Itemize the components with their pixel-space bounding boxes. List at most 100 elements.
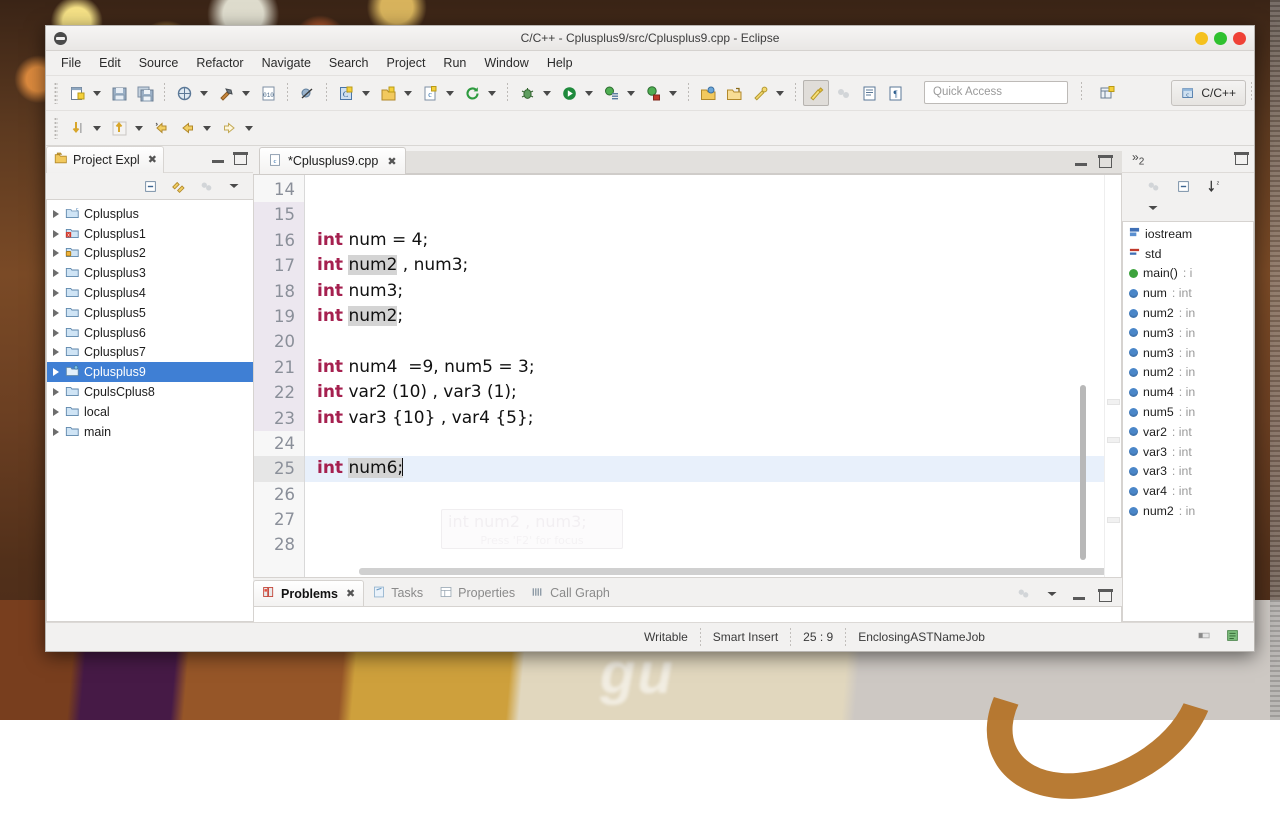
maximize-button[interactable] bbox=[1214, 32, 1227, 45]
heap-status-icon[interactable] bbox=[1225, 628, 1240, 646]
tree-item-local[interactable]: local bbox=[47, 402, 253, 422]
minimize-button[interactable] bbox=[1195, 32, 1208, 45]
expand-arrow-icon[interactable] bbox=[53, 408, 59, 416]
build-hammer-icon[interactable] bbox=[214, 81, 238, 105]
code-line-22[interactable]: int var2 (10) , var3 (1); bbox=[305, 380, 1104, 405]
quick-access-input[interactable]: Quick Access bbox=[924, 81, 1068, 104]
view-menu-icon[interactable] bbox=[225, 177, 243, 195]
menu-navigate[interactable]: Navigate bbox=[253, 53, 320, 73]
outline-item-num2-2[interactable]: num2 : in bbox=[1123, 363, 1253, 383]
tree-item-cplusplus1[interactable]: x Cplusplus1 bbox=[47, 224, 253, 244]
overview-marker[interactable] bbox=[1107, 517, 1120, 523]
tab-properties[interactable]: Properties bbox=[431, 581, 523, 606]
back-dropdown-icon[interactable] bbox=[200, 116, 213, 140]
maximize-view-button[interactable] bbox=[1235, 153, 1248, 165]
link-with-editor-icon[interactable] bbox=[169, 177, 187, 195]
toolbar-grip[interactable] bbox=[54, 82, 58, 104]
forward-icon[interactable] bbox=[217, 116, 241, 140]
maximize-editor-button[interactable] bbox=[1099, 156, 1112, 168]
expand-arrow-icon[interactable] bbox=[53, 249, 59, 257]
collapse-all-icon[interactable] bbox=[141, 177, 159, 195]
toggle-mark-occurrences-icon[interactable] bbox=[803, 80, 829, 106]
tree-item-main[interactable]: main bbox=[47, 422, 253, 442]
focus-on-active-task-icon[interactable] bbox=[197, 177, 215, 195]
tree-item-cplusplus5[interactable]: Cplusplus5 bbox=[47, 303, 253, 323]
debug-icon[interactable] bbox=[515, 81, 539, 105]
menu-edit[interactable]: Edit bbox=[90, 53, 130, 73]
skip-breakpoints-icon[interactable] bbox=[295, 81, 319, 105]
outline-item-num2[interactable]: num2 : in bbox=[1123, 303, 1253, 323]
outline-tree[interactable]: iostream std main() : i num : int bbox=[1122, 221, 1254, 622]
forward-dropdown-icon[interactable] bbox=[242, 116, 255, 140]
expand-arrow-icon[interactable] bbox=[53, 309, 59, 317]
tree-item-cplusplus4[interactable]: Cplusplus4 bbox=[47, 283, 253, 303]
next-annotation-dropdown-icon[interactable] bbox=[90, 116, 103, 140]
new-file-dropdown-icon[interactable] bbox=[90, 81, 103, 105]
code-line-18[interactable]: int num3; bbox=[305, 279, 1104, 304]
show-print-margin-icon[interactable]: ¶ bbox=[883, 81, 907, 105]
refresh-dropdown-icon[interactable] bbox=[485, 81, 498, 105]
close-icon[interactable]: ✖ bbox=[346, 587, 355, 600]
outline-item-var3-2[interactable]: var3 : int bbox=[1123, 462, 1253, 482]
new-class-icon[interactable]: C bbox=[334, 81, 358, 105]
debug-dropdown-icon[interactable] bbox=[540, 81, 553, 105]
expand-arrow-icon[interactable] bbox=[53, 269, 59, 277]
outline-item-num5[interactable]: num5 : in bbox=[1123, 402, 1253, 422]
tree-item-cplusplus2[interactable]: Cplusplus2 bbox=[47, 244, 253, 264]
maximize-view-button[interactable] bbox=[234, 153, 247, 165]
new-source-folder-dropdown-icon[interactable] bbox=[401, 81, 414, 105]
overview-marker[interactable] bbox=[1107, 399, 1120, 405]
view-menu-icon[interactable] bbox=[1045, 587, 1059, 606]
tree-item-cplusplus3[interactable]: Cplusplus3 bbox=[47, 263, 253, 283]
view-menu-icon[interactable] bbox=[1146, 201, 1160, 220]
search-icon[interactable] bbox=[748, 81, 772, 105]
run-dropdown-icon[interactable] bbox=[582, 81, 595, 105]
project-tree[interactable]: c Cplusplus x Cplusplus1 Cplusplus2 Cplu… bbox=[46, 199, 253, 622]
run-last-tool-dropdown-icon[interactable] bbox=[666, 81, 679, 105]
outline-item-std[interactable]: std bbox=[1123, 244, 1253, 264]
save-all-icon[interactable] bbox=[133, 81, 157, 105]
focus-on-active-task-icon[interactable] bbox=[1144, 177, 1162, 195]
outline-item-num4[interactable]: num4 : in bbox=[1123, 382, 1253, 402]
search-dropdown-icon[interactable] bbox=[773, 81, 786, 105]
binary-icon[interactable]: 010 bbox=[256, 81, 280, 105]
tab-problems[interactable]: Problems ✖ bbox=[253, 580, 364, 606]
open-perspective-icon[interactable] bbox=[1096, 82, 1118, 104]
run-icon[interactable] bbox=[557, 81, 581, 105]
code-line-27[interactable] bbox=[305, 507, 1104, 532]
outline-item-var4[interactable]: var4 : int bbox=[1123, 481, 1253, 501]
code-line-15[interactable] bbox=[305, 202, 1104, 227]
code-text-area[interactable]: int num = 4; int num2 , num3; int num3; … bbox=[305, 175, 1104, 577]
editor-vertical-scrollbar[interactable] bbox=[1080, 385, 1086, 560]
code-line-24[interactable] bbox=[305, 431, 1104, 456]
expand-arrow-icon[interactable] bbox=[53, 348, 59, 356]
code-editor[interactable]: 14 15 16 17 18 19 20 21 22 23 24 25 26 2… bbox=[253, 175, 1122, 578]
last-edit-location-icon[interactable] bbox=[149, 116, 173, 140]
focus-on-active-task-icon[interactable] bbox=[1016, 586, 1031, 606]
tree-item-cplusplus6[interactable]: Cplusplus6 bbox=[47, 323, 253, 343]
tab-cplusplus9-cpp[interactable]: c *Cplusplus9.cpp ✖ bbox=[259, 147, 406, 174]
menu-window[interactable]: Window bbox=[475, 53, 537, 73]
code-line-28[interactable] bbox=[305, 532, 1104, 557]
toggle-breakpoint-icon[interactable] bbox=[599, 81, 623, 105]
show-whitespace-icon[interactable] bbox=[857, 81, 881, 105]
code-line-16[interactable]: int num = 4; bbox=[305, 228, 1104, 253]
new-source-folder-icon[interactable] bbox=[376, 81, 400, 105]
tree-item-cplusplus[interactable]: c Cplusplus bbox=[47, 204, 253, 224]
menu-help[interactable]: Help bbox=[538, 53, 582, 73]
previous-annotation-icon[interactable] bbox=[107, 116, 131, 140]
code-line-23[interactable]: int var3 {10} , var4 {5}; bbox=[305, 406, 1104, 431]
build-dropdown-icon[interactable] bbox=[239, 81, 252, 105]
toolbar-grip[interactable] bbox=[54, 117, 58, 139]
menu-project[interactable]: Project bbox=[378, 53, 435, 73]
new-c-file-icon[interactable]: c bbox=[418, 81, 442, 105]
expand-arrow-icon[interactable] bbox=[53, 329, 59, 337]
outline-item-num[interactable]: num : int bbox=[1123, 283, 1253, 303]
code-line-25[interactable]: int num6; bbox=[305, 456, 1104, 481]
tab-tasks[interactable]: Tasks bbox=[364, 581, 431, 606]
expand-arrow-icon[interactable] bbox=[53, 230, 59, 238]
close-icon[interactable]: ✖ bbox=[387, 155, 396, 168]
collapse-all-icon[interactable] bbox=[1174, 177, 1192, 195]
outline-item-num3-2[interactable]: num3 : in bbox=[1123, 343, 1253, 363]
refresh-icon[interactable] bbox=[460, 81, 484, 105]
